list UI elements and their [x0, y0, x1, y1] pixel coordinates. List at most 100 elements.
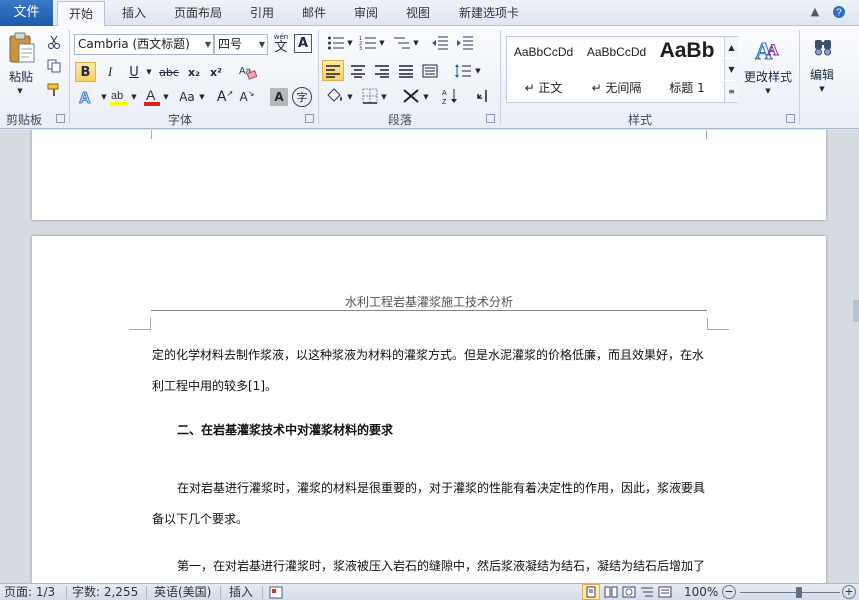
- tab-page-layout[interactable]: 页面布局: [163, 3, 233, 26]
- style-heading-1[interactable]: AaBb 标题 1: [653, 37, 721, 102]
- zoom-out-icon[interactable]: −: [722, 585, 736, 599]
- outline-view-icon[interactable]: [638, 584, 656, 600]
- paste-dropdown-icon[interactable]: ▼: [14, 86, 26, 96]
- cut-icon[interactable]: [46, 34, 62, 50]
- multilevel-dropdown-icon[interactable]: ▼: [412, 38, 420, 48]
- word-count[interactable]: 字数: 2,255: [72, 585, 138, 600]
- minimize-ribbon-icon[interactable]: ▲: [808, 5, 822, 19]
- full-reading-icon[interactable]: [602, 584, 620, 600]
- shrink-font-button[interactable]: A ↘: [238, 86, 256, 108]
- align-right-icon[interactable]: [371, 60, 393, 81]
- help-icon[interactable]: ?: [832, 5, 846, 19]
- shading-icon[interactable]: [324, 86, 346, 106]
- highlight-dropdown-icon[interactable]: ▼: [130, 92, 138, 102]
- align-center-icon[interactable]: [347, 60, 369, 81]
- borders-icon[interactable]: [360, 86, 380, 106]
- copy-icon[interactable]: [46, 58, 62, 74]
- borders-dropdown-icon[interactable]: ▼: [380, 92, 388, 102]
- tab-references[interactable]: 引用: [240, 3, 284, 26]
- zoom-slider-track[interactable]: [740, 592, 840, 593]
- zoom-level[interactable]: 100%: [684, 585, 718, 600]
- bold-button[interactable]: B: [75, 62, 96, 82]
- editing-button[interactable]: 编辑: [804, 66, 840, 82]
- decrease-indent-icon[interactable]: [430, 34, 450, 52]
- find-icon[interactable]: [812, 34, 834, 60]
- increase-indent-icon[interactable]: [455, 34, 475, 52]
- chinese-layout-icon[interactable]: [400, 86, 422, 106]
- eraser-icon[interactable]: Aa: [238, 62, 258, 82]
- text-effects-icon[interactable]: A: [76, 86, 100, 108]
- underline-dropdown-icon[interactable]: ▼: [144, 66, 154, 78]
- style-no-spacing[interactable]: AaBbCcDd ↵ 无间隔: [580, 37, 653, 102]
- clipboard-launcher-icon[interactable]: [56, 114, 65, 123]
- font-color-icon[interactable]: A: [142, 86, 162, 108]
- draft-view-icon[interactable]: [656, 584, 674, 600]
- tab-home[interactable]: 开始: [57, 1, 105, 27]
- underline-button[interactable]: U: [124, 62, 144, 82]
- font-color-dropdown-icon[interactable]: ▼: [162, 92, 170, 102]
- paste-icon[interactable]: [6, 32, 38, 64]
- paste-button[interactable]: 粘贴: [4, 68, 38, 84]
- editing-dropdown-icon[interactable]: ▼: [816, 84, 828, 94]
- change-styles-icon[interactable]: AA: [752, 32, 784, 66]
- tab-file[interactable]: 文件: [0, 0, 53, 26]
- tab-view[interactable]: 视图: [396, 3, 440, 26]
- web-layout-icon[interactable]: [620, 584, 638, 600]
- distributed-icon[interactable]: [419, 60, 441, 81]
- bullets-dropdown-icon[interactable]: ▼: [346, 38, 354, 48]
- body-line: 定的化学材料去制作浆液，以这种浆液为材料的灌浆方式。但是水泥灌浆的价格低廉，而且…: [152, 348, 705, 362]
- font-name-combo[interactable]: Cambria (西文标题) ▼: [74, 34, 214, 55]
- macro-record-icon[interactable]: [268, 585, 284, 600]
- change-styles-dropdown-icon[interactable]: ▼: [762, 86, 774, 96]
- highlight-icon[interactable]: ab: [108, 86, 130, 108]
- numbering-icon[interactable]: 123: [358, 34, 378, 52]
- enclose-char-button[interactable]: 字: [292, 87, 312, 107]
- insert-mode[interactable]: 插入: [229, 585, 253, 600]
- multilevel-list-icon[interactable]: [392, 34, 412, 52]
- line-spacing-dropdown-icon[interactable]: ▼: [474, 66, 482, 76]
- justify-icon[interactable]: [395, 60, 417, 81]
- phonetic-guide-button[interactable]: wén 文: [271, 33, 291, 55]
- tab-new-tab[interactable]: 新建选项卡: [448, 3, 530, 26]
- style-normal[interactable]: AaBbCcDd ↵ 正文: [507, 37, 580, 102]
- style-sample: AaBbCcDd: [586, 45, 647, 59]
- italic-button[interactable]: I: [100, 62, 120, 82]
- line-spacing-icon[interactable]: [452, 60, 474, 81]
- format-painter-icon[interactable]: [46, 82, 62, 98]
- shading-dropdown-icon[interactable]: ▼: [346, 92, 354, 102]
- char-shading-button[interactable]: A: [270, 88, 288, 106]
- font-size-combo[interactable]: 四号 ▼: [214, 34, 268, 55]
- page-header[interactable]: 水利工程岩基灌浆施工技术分析: [345, 293, 513, 310]
- gallery-up-icon[interactable]: ▲: [724, 37, 738, 58]
- align-left-icon[interactable]: [322, 60, 344, 81]
- scrollbar-thumb[interactable]: [853, 300, 859, 322]
- gallery-down-icon[interactable]: ▼: [724, 59, 738, 80]
- tab-insert[interactable]: 插入: [112, 3, 156, 26]
- page-count[interactable]: 页面: 1/3: [4, 585, 55, 600]
- chinese-layout-dropdown-icon[interactable]: ▼: [422, 92, 430, 102]
- zoom-slider-knob[interactable]: [795, 587, 802, 598]
- numbering-dropdown-icon[interactable]: ▼: [378, 38, 386, 48]
- text-effects-dropdown-icon[interactable]: ▼: [100, 92, 108, 102]
- sort-icon[interactable]: AZ: [440, 86, 462, 106]
- show-marks-icon[interactable]: [474, 86, 494, 106]
- gallery-more-icon[interactable]: ≡: [724, 81, 738, 102]
- subscript-button[interactable]: x₂: [184, 62, 204, 82]
- paragraph-launcher-icon[interactable]: [486, 114, 495, 123]
- change-case-dropdown-icon[interactable]: ▼: [198, 92, 206, 102]
- strikethrough-button[interactable]: abc: [158, 62, 180, 82]
- zoom-in-icon[interactable]: +: [842, 585, 856, 599]
- change-styles-button[interactable]: 更改样式: [740, 68, 796, 84]
- language[interactable]: 英语(美国): [154, 585, 211, 600]
- grow-font-button[interactable]: A ↗: [216, 86, 234, 108]
- tab-review[interactable]: 审阅: [344, 3, 388, 26]
- styles-launcher-icon[interactable]: [786, 114, 795, 123]
- superscript-button[interactable]: x²: [206, 62, 226, 82]
- clear-formatting-button[interactable]: A: [294, 34, 312, 53]
- font-launcher-icon[interactable]: [305, 114, 314, 123]
- print-layout-icon[interactable]: [582, 584, 600, 600]
- change-case-button[interactable]: Aa: [176, 86, 198, 108]
- bullets-icon[interactable]: [326, 34, 346, 52]
- tab-mailings[interactable]: 邮件: [292, 3, 336, 26]
- document-area[interactable]: 水利工程岩基灌浆施工技术分析 定的化学材料去制作浆液，以这种浆液为材料的灌浆方式…: [0, 130, 859, 583]
